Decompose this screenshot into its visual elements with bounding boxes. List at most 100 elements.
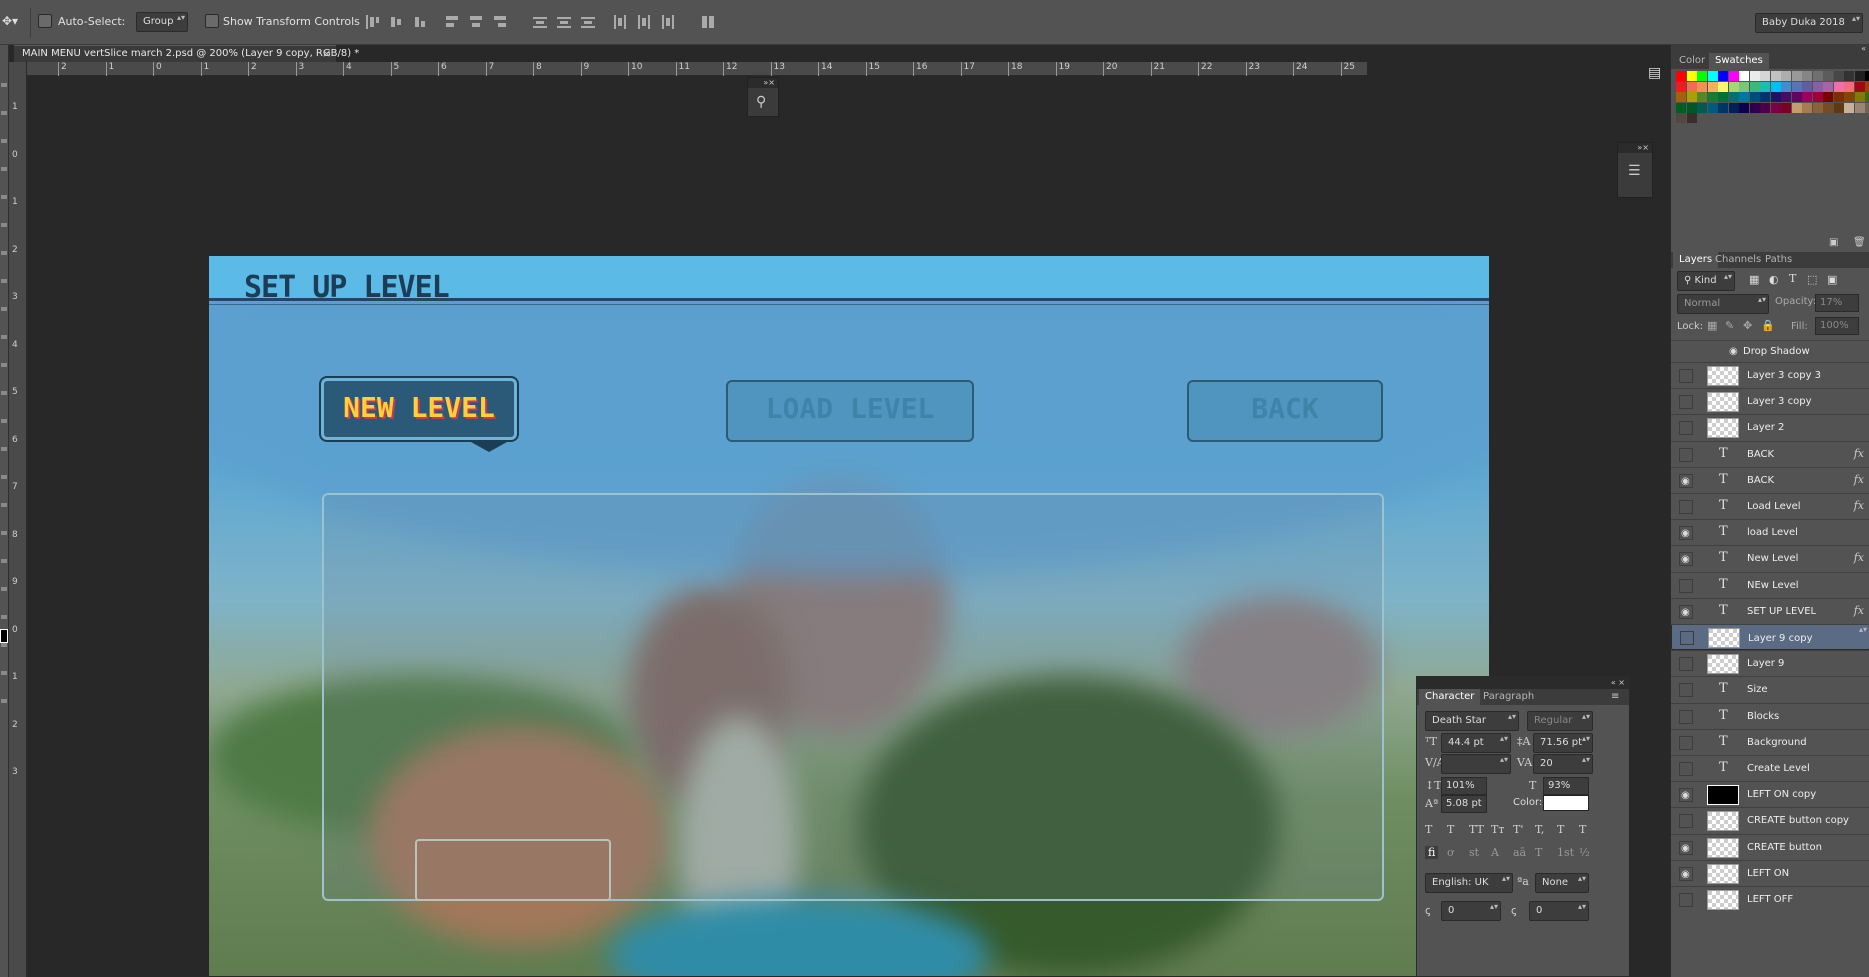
color-swatch[interactable] [1802, 71, 1812, 81]
color-swatch[interactable] [1770, 81, 1781, 92]
color-swatch[interactable] [1791, 92, 1802, 102]
baseline-shift-field[interactable]: 5.08 pt [1441, 795, 1487, 813]
layer-row[interactable]: T Background [1671, 728, 1869, 755]
color-swatch[interactable] [1844, 71, 1854, 81]
tab-paragraph[interactable]: Paragraph [1477, 689, 1540, 705]
vertical-scale-field[interactable]: 101% [1441, 777, 1487, 795]
layer-visibility-toggle[interactable] [1680, 631, 1694, 645]
text-style-button[interactable]: T [1425, 823, 1432, 836]
layer-row[interactable]: T Create Level [1671, 755, 1869, 781]
layer-row[interactable]: Layer 9 copy [1671, 624, 1869, 650]
color-swatch[interactable] [1802, 81, 1812, 92]
tab-color[interactable]: Color [1673, 53, 1711, 69]
color-swatch[interactable] [1686, 71, 1697, 81]
text-style-button[interactable]: T' [1513, 823, 1523, 836]
leading-field[interactable]: 71.56 pt [1533, 733, 1593, 753]
layer-visibility-toggle[interactable] [1679, 447, 1693, 462]
color-swatch[interactable] [1865, 92, 1869, 102]
color-swatch[interactable] [1865, 81, 1869, 92]
tab-character[interactable]: Character [1419, 689, 1481, 705]
color-swatch[interactable] [1812, 81, 1823, 92]
align-right-icon[interactable] [492, 14, 508, 30]
dock-collapse-bar[interactable]: « [1671, 45, 1869, 53]
filter-adjustment-icon[interactable]: ◐ [1769, 273, 1779, 286]
auto-select-checkbox[interactable] [38, 14, 52, 28]
tab-paths[interactable]: Paths [1759, 252, 1798, 268]
layer-row[interactable]: CREATE button copy [1671, 807, 1869, 834]
layer-row[interactable]: T BACK fx [1671, 440, 1869, 467]
swatches-grid[interactable] [1676, 71, 1869, 181]
color-swatch[interactable] [1676, 81, 1686, 92]
color-swatch[interactable] [1823, 71, 1833, 81]
delete-swatch-icon[interactable]: 🗑 [1853, 237, 1866, 248]
align-hcenter-icon[interactable] [468, 14, 484, 30]
auto-select-dropdown[interactable]: Group [136, 12, 188, 32]
color-swatch[interactable] [1833, 71, 1844, 81]
distribute-right-icon[interactable] [660, 14, 676, 30]
layer-visibility-toggle[interactable] [1679, 578, 1693, 593]
color-swatch[interactable] [1770, 102, 1781, 113]
brush-preset-icon[interactable]: ⚲ [756, 94, 766, 110]
font-size-field[interactable]: 44.4 pt [1441, 733, 1511, 753]
color-swatch[interactable] [1697, 102, 1707, 113]
filter-shape-icon[interactable]: ⬚ [1807, 273, 1817, 286]
color-swatch[interactable] [1728, 102, 1739, 113]
move-tool-icon[interactable]: ✥▾ [2, 14, 24, 30]
new-level-button[interactable]: NEW LEVEL [319, 376, 519, 442]
color-swatch[interactable] [1770, 92, 1781, 102]
color-swatch[interactable] [1697, 71, 1707, 81]
layer-filter-kind[interactable]: ⚲ Kind [1677, 271, 1735, 291]
color-swatch[interactable] [1707, 102, 1718, 113]
horizontal-scale-field[interactable]: 93% [1543, 777, 1589, 795]
layer-row[interactable]: ◉ CREATE button [1671, 833, 1869, 860]
color-swatch[interactable] [1854, 102, 1865, 113]
layer-visibility-toggle[interactable] [1679, 657, 1693, 672]
opentype-button[interactable]: ½ [1579, 846, 1590, 859]
distribute-vcenter-icon[interactable] [556, 14, 572, 30]
opentype-button[interactable]: ơ [1447, 846, 1454, 859]
distribute-top-icon[interactable] [532, 14, 548, 30]
effect-row-drop-shadow[interactable]: ◉ Drop Shadow [1671, 340, 1869, 362]
workspace-dropdown[interactable]: Baby Duka 2018 [1755, 13, 1863, 33]
layer-row[interactable]: T Blocks [1671, 702, 1869, 729]
color-swatch[interactable] [1781, 81, 1791, 92]
fx-icon[interactable]: fx [1854, 499, 1864, 512]
color-swatch[interactable] [1844, 102, 1854, 113]
document-tab[interactable]: MAIN MENU vertSlice march 2.psd @ 200% (… [14, 45, 359, 62]
color-swatch[interactable] [1739, 102, 1749, 113]
color-swatch[interactable] [1760, 71, 1770, 81]
opacity-field[interactable]: 17% [1815, 294, 1859, 312]
color-swatch[interactable] [1844, 92, 1854, 102]
tab-swatches[interactable]: Swatches [1709, 53, 1769, 69]
text-style-button[interactable]: T [1557, 823, 1564, 836]
layer-row[interactable]: LEFT OFF [1671, 886, 1869, 912]
color-swatch[interactable] [1749, 102, 1760, 113]
color-swatch[interactable] [1770, 71, 1781, 81]
opentype-button[interactable]: 1st [1557, 846, 1574, 859]
layer-row[interactable]: T Size [1671, 676, 1869, 703]
color-swatch[interactable] [1833, 81, 1844, 92]
color-swatch[interactable] [1781, 92, 1791, 102]
font-style-dropdown[interactable]: Regular [1527, 711, 1593, 731]
align-vcenter-icon[interactable] [388, 14, 404, 30]
color-swatch[interactable] [1760, 102, 1770, 113]
color-swatch[interactable] [1686, 92, 1697, 102]
filter-smartobject-icon[interactable]: ▣ [1827, 273, 1837, 286]
filter-pixel-icon[interactable]: ▦ [1749, 273, 1759, 286]
layer-visibility-toggle[interactable] [1679, 735, 1693, 750]
color-swatch[interactable] [1802, 92, 1812, 102]
layer-row[interactable]: Layer 2 [1671, 414, 1869, 441]
color-swatch[interactable] [1718, 71, 1728, 81]
color-swatch[interactable] [1718, 92, 1728, 102]
align-left-icon[interactable] [444, 14, 460, 30]
layer-visibility-toggle[interactable] [1679, 369, 1693, 383]
panel-menu-icon[interactable]: ≡ [1611, 691, 1619, 702]
adjustments-icon[interactable]: ☰ [1628, 163, 1641, 179]
lock-all-icon[interactable]: 🔒 [1761, 319, 1775, 332]
color-swatch[interactable] [1854, 71, 1865, 81]
distribute-left-icon[interactable] [612, 14, 628, 30]
color-swatch[interactable] [1707, 81, 1718, 92]
layer-visibility-toggle[interactable] [1679, 395, 1693, 410]
color-swatch[interactable] [1739, 81, 1749, 92]
layer-visibility-toggle[interactable] [1679, 893, 1693, 907]
